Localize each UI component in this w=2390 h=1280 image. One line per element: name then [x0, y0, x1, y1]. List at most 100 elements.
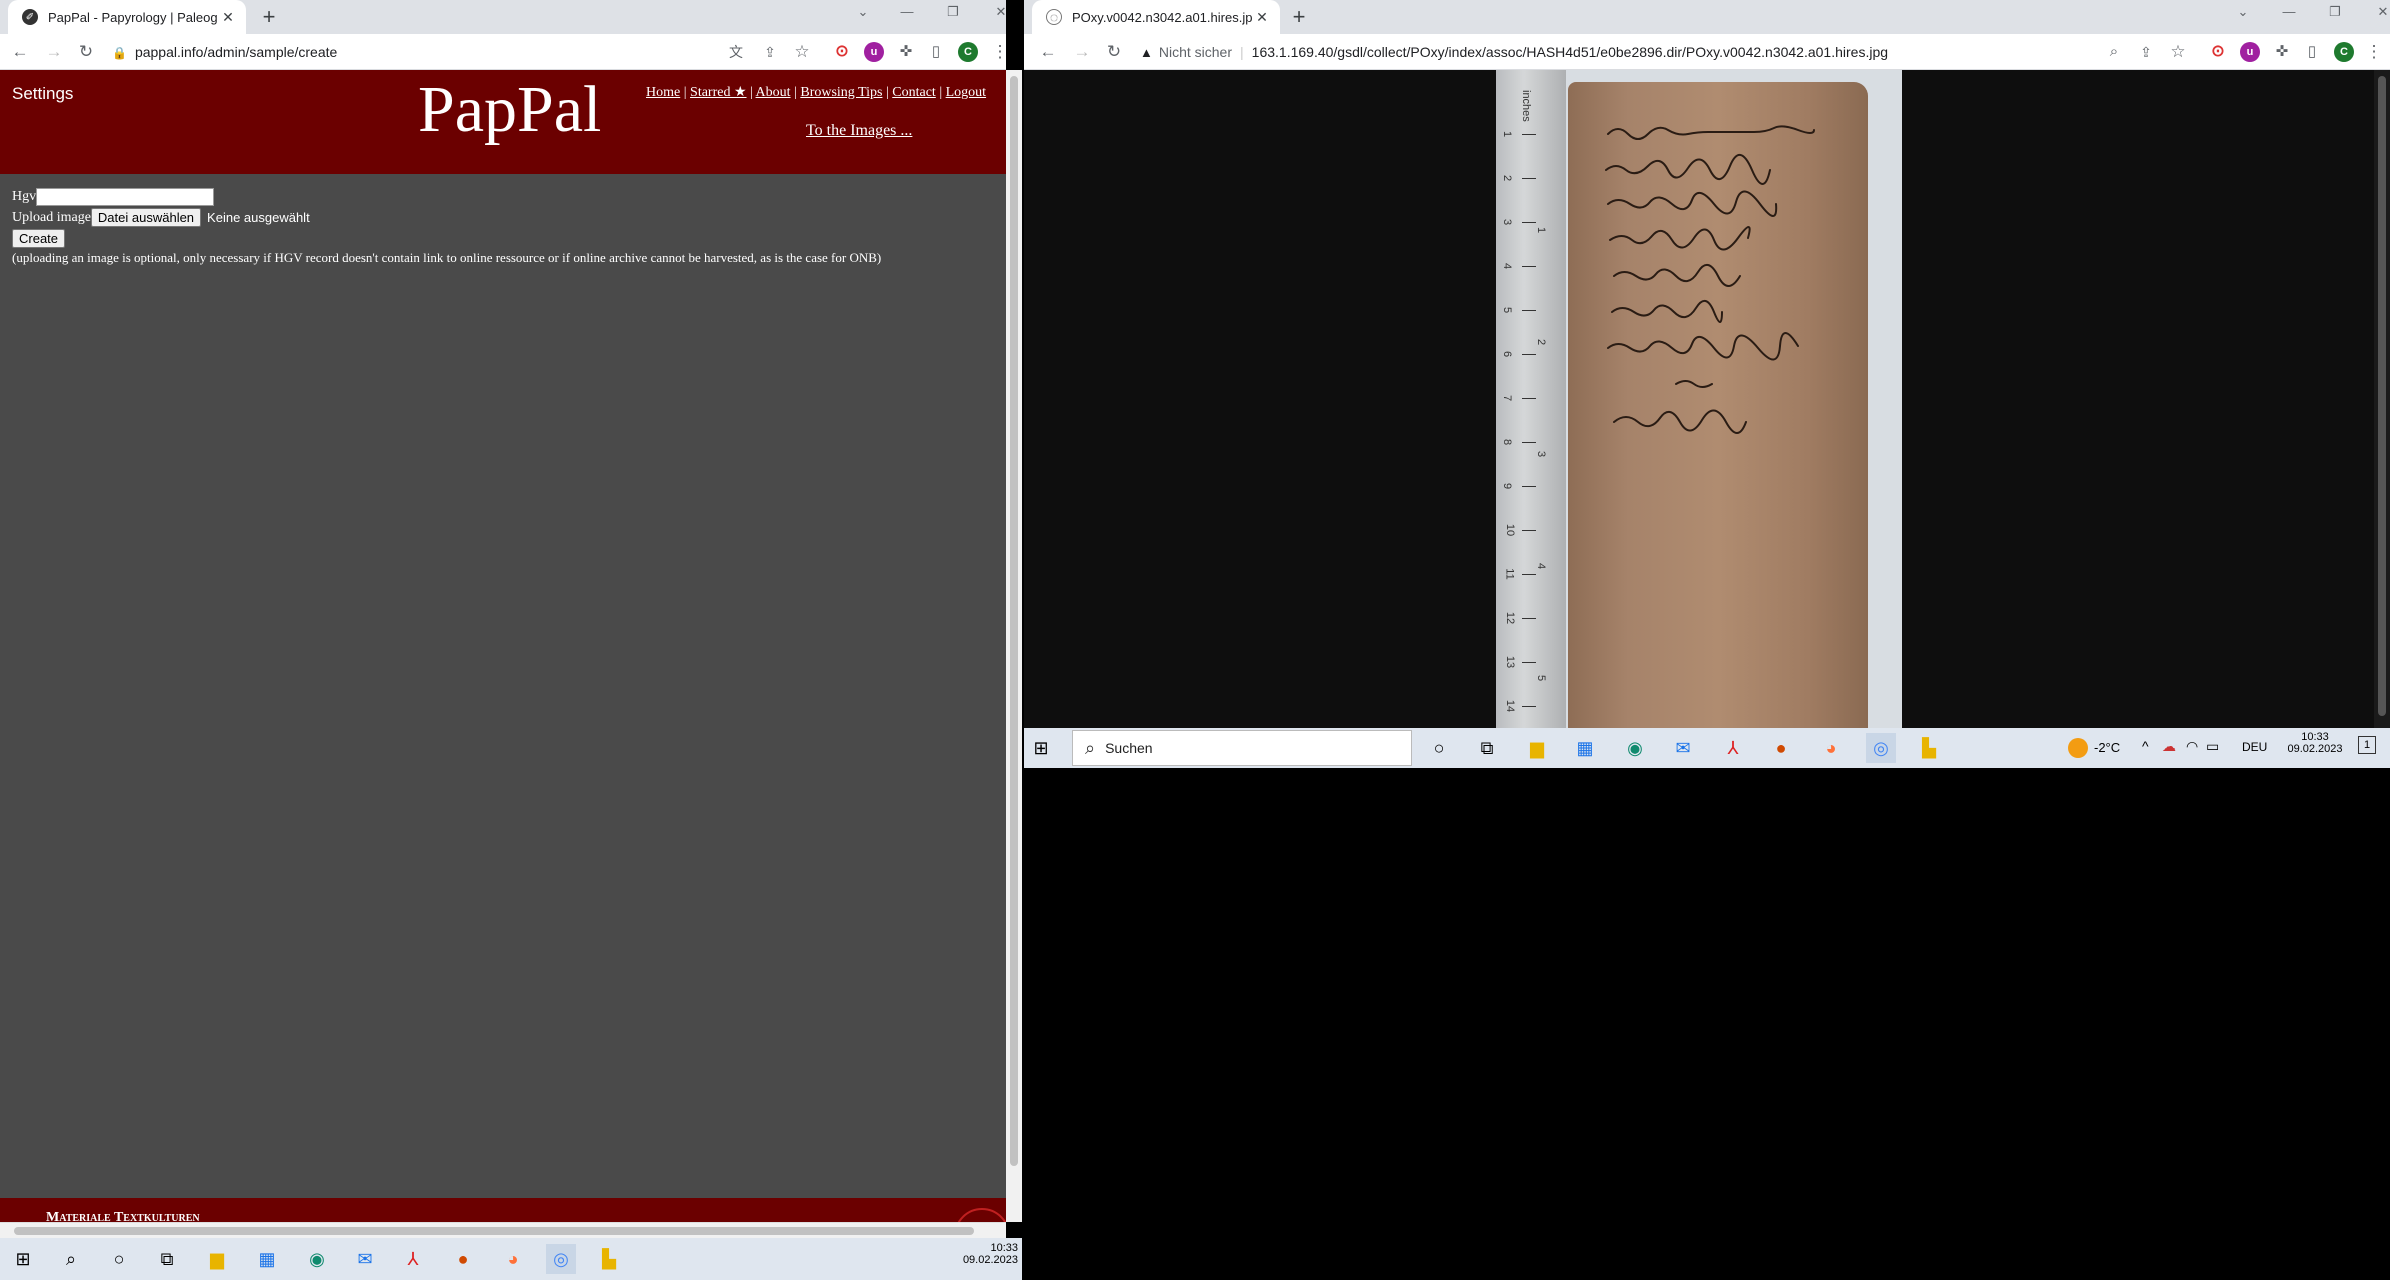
profile-avatar[interactable]: C — [2334, 42, 2354, 62]
address-bar-right[interactable]: ▲ Nicht sicher | 163.1.169.40/gsdl/collect/… — [1140, 38, 2080, 66]
powerpoint-icon[interactable]: ● — [448, 1244, 478, 1274]
close-window-icon[interactable]: ✕ — [2368, 4, 2390, 20]
tab-poxy-image[interactable]: ◌ POxy.v0042.n3042.a01.hires.jpg ✕ — [1032, 0, 1280, 34]
cortana-icon[interactable]: ○ — [1424, 733, 1454, 763]
minimize-icon[interactable]: — — [892, 4, 922, 19]
weather-icon[interactable] — [2068, 738, 2088, 758]
chrome-icon[interactable]: ◎ — [546, 1244, 576, 1274]
horizontal-scrollbar[interactable] — [0, 1222, 1006, 1238]
notes-app-icon[interactable]: ▙ — [1914, 733, 1944, 763]
ruler-tick — [1522, 618, 1536, 619]
back-icon[interactable]: ← — [10, 42, 30, 62]
reload-icon[interactable]: ↻ — [76, 42, 96, 62]
side-panel-icon[interactable]: ▯ — [2302, 42, 2322, 62]
restore-icon[interactable]: ❐ — [2320, 4, 2350, 20]
store-icon[interactable]: ▦ — [252, 1244, 282, 1274]
firefox-icon[interactable]: ◕ — [1816, 733, 1846, 763]
close-tab-icon[interactable]: ✕ — [218, 9, 238, 26]
extension-ublock-icon[interactable]: u — [864, 42, 884, 62]
papyrus-image[interactable]: inches 1 2 3 4 5 6 7 8 9 10 11 12 13 14 1 2 3 4 5 — [1496, 70, 1902, 728]
file-explorer-icon[interactable]: ▆ — [1522, 733, 1552, 763]
left-vertical-scrollbar[interactable] — [1006, 70, 1022, 1222]
translate-icon[interactable]: 文 — [726, 42, 746, 62]
menu-kebab-icon[interactable]: ⋮ — [990, 42, 1007, 62]
extension-red-icon[interactable]: ⊙ — [832, 42, 852, 62]
close-tab-icon[interactable]: ✕ — [1252, 9, 1272, 26]
mail-icon[interactable]: ✉ — [350, 1244, 380, 1274]
tray-chevron-icon[interactable]: ^ — [2142, 738, 2149, 754]
tab-search-icon[interactable]: ⌄ — [2228, 4, 2258, 20]
wifi-icon[interactable]: ◠ — [2186, 738, 2198, 755]
taskbar-search-box[interactable]: ⌕ Suchen — [1072, 730, 1412, 766]
notification-icon[interactable]: 1 — [2358, 736, 2376, 754]
back-icon[interactable]: ← — [1038, 42, 1058, 62]
menu-kebab-icon[interactable]: ⋮ — [2364, 42, 2384, 62]
clock-date[interactable]: 09.02.2023 — [936, 1254, 1018, 1266]
ruler-tick — [1522, 574, 1536, 575]
task-view-icon[interactable]: ⧉ — [1472, 733, 1502, 763]
side-panel-icon[interactable]: ▯ — [926, 42, 946, 62]
extension-ublock-icon[interactable]: u — [2240, 42, 2260, 62]
image-scrollbar[interactable] — [2374, 70, 2390, 728]
hgv-input[interactable] — [36, 188, 215, 206]
new-tab-button[interactable]: + — [1286, 5, 1312, 31]
edge-icon[interactable]: ◉ — [1620, 733, 1650, 763]
settings-link[interactable]: Settings — [12, 84, 73, 104]
ruler-cm-label: 11 — [1503, 568, 1516, 580]
weather-temp[interactable]: -2°C — [2094, 740, 2120, 755]
to-images-link[interactable]: To the Images ... — [806, 122, 912, 140]
nav-contact[interactable]: Contact — [892, 85, 936, 100]
battery-icon[interactable]: ▭ — [2206, 738, 2219, 755]
address-bar[interactable]: 🔒 pappal.info/admin/sample/create — [112, 38, 792, 66]
firefox-icon[interactable]: ◕ — [498, 1244, 528, 1274]
search-icon[interactable]: ⌕ — [56, 1244, 86, 1274]
globe-favicon-icon: ◌ — [1046, 9, 1062, 25]
tray-cloud-icon[interactable]: ☁ — [2162, 738, 2176, 755]
nav-browsing-tips[interactable]: Browsing Tips — [800, 85, 882, 100]
notes-app-icon[interactable]: ▙ — [594, 1244, 624, 1274]
nav-logout[interactable]: Logout — [946, 85, 986, 100]
clock-time[interactable]: 10:33 — [2280, 731, 2350, 743]
store-icon[interactable]: ▦ — [1570, 733, 1600, 763]
profile-avatar[interactable]: C — [958, 42, 978, 62]
acrobat-icon[interactable]: ⅄ — [398, 1244, 428, 1274]
create-button[interactable]: Create — [12, 229, 66, 248]
extensions-puzzle-icon[interactable]: ✜ — [896, 42, 916, 62]
minimize-icon[interactable]: — — [2274, 4, 2304, 19]
ruler-tick — [1522, 530, 1536, 531]
edge-icon[interactable]: ◉ — [302, 1244, 332, 1274]
extensions-puzzle-icon[interactable]: ✜ — [2272, 42, 2292, 62]
pappal-logo[interactable]: PapPal — [418, 72, 601, 148]
chrome-icon[interactable]: ◎ — [1866, 733, 1896, 763]
task-view-icon[interactable]: ⧉ — [152, 1244, 182, 1274]
nav-starred[interactable]: Starred ★ — [690, 85, 746, 100]
acrobat-icon[interactable]: ⅄ — [1718, 733, 1748, 763]
tab-pappal[interactable]: ✐ PapPal - Papyrology | Paleograph ✕ — [8, 0, 246, 34]
extension-red-icon[interactable]: ⊙ — [2208, 42, 2228, 62]
nav-about[interactable]: About — [756, 85, 791, 100]
file-explorer-icon[interactable]: ▆ — [202, 1244, 232, 1274]
windows-start-icon[interactable]: ⊞ — [1026, 733, 1056, 763]
bookmark-star-icon[interactable]: ☆ — [2168, 42, 2188, 62]
language-indicator[interactable]: DEU — [2242, 740, 2267, 754]
new-tab-button[interactable]: + — [256, 5, 282, 31]
tab-search-icon[interactable]: ⌄ — [848, 4, 878, 20]
mail-icon[interactable]: ✉ — [1668, 733, 1698, 763]
cortana-icon[interactable]: ○ — [104, 1244, 134, 1274]
clock-date[interactable]: 09.02.2023 — [2280, 743, 2350, 755]
restore-icon[interactable]: ❐ — [938, 4, 968, 20]
nav-home[interactable]: Home — [646, 85, 680, 100]
reload-icon[interactable]: ↻ — [1104, 42, 1124, 62]
clock-time[interactable]: 10:33 — [936, 1242, 1018, 1254]
bookmark-star-icon[interactable]: ☆ — [792, 42, 812, 62]
powerpoint-icon[interactable]: ● — [1766, 733, 1796, 763]
security-label[interactable]: Nicht sicher — [1159, 44, 1232, 60]
windows-start-icon[interactable]: ⊞ — [8, 1244, 38, 1274]
share-icon[interactable]: ⇪ — [2136, 42, 2156, 62]
forward-icon[interactable]: → — [1072, 42, 1092, 62]
close-window-icon[interactable]: ✕ — [986, 4, 1006, 20]
share-icon[interactable]: ⇪ — [760, 42, 780, 62]
choose-file-button[interactable]: Datei auswählen — [90, 208, 202, 227]
forward-icon[interactable]: → — [44, 42, 64, 62]
zoom-icon[interactable]: ⌕ — [2104, 42, 2124, 62]
